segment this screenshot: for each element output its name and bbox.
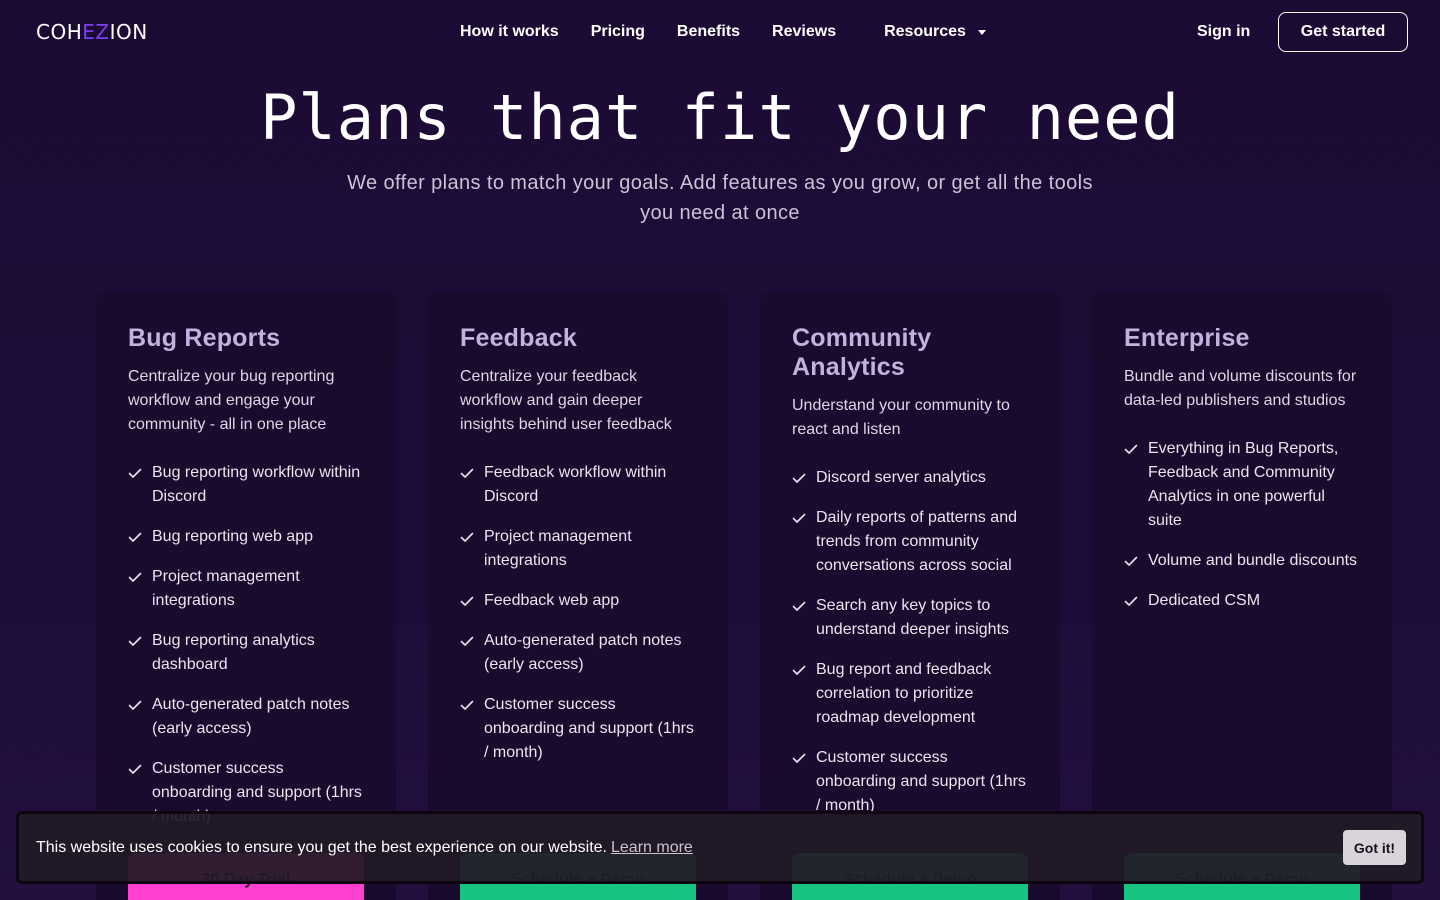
nav-link-benefits[interactable]: Benefits: [677, 20, 740, 44]
nav-link-how-it-works[interactable]: How it works: [460, 20, 559, 44]
plan-card-bug-reports: Bug Reports Centralize your bug reporting…: [96, 292, 396, 900]
page-subtitle: We offer plans to match your goals. Add …: [347, 172, 1093, 224]
cookie-accept-button[interactable]: Got it!: [1343, 830, 1406, 865]
plan-feature-text: Bug report and feedback correlation to p…: [816, 661, 992, 726]
plan-feature-item: Bug report and feedback correlation to p…: [792, 658, 1028, 730]
check-icon: [460, 525, 484, 549]
plan-feature-text: Daily reports of patterns and trends fro…: [816, 509, 1017, 574]
check-icon: [1124, 589, 1148, 613]
plan-feature-text: Dedicated CSM: [1148, 592, 1261, 609]
check-icon: [128, 693, 152, 717]
check-icon: [792, 506, 816, 530]
check-icon: [792, 466, 816, 490]
plan-feature-text: Feedback workflow within Discord: [484, 464, 667, 505]
plan-feature-item: Discord server analytics: [792, 466, 1028, 490]
cohezion-logo[interactable]: COHEZION: [36, 20, 148, 44]
plan-feature-item: Project management integrations: [460, 525, 696, 573]
plan-feature-item: Auto-generated patch notes (early access…: [128, 693, 364, 741]
plan-card-feedback: Feedback Centralize your feedback workflo…: [428, 292, 728, 900]
logo-text-start: COH: [36, 20, 83, 44]
nav-link-reviews[interactable]: Reviews: [772, 20, 836, 44]
check-icon: [460, 693, 484, 717]
plan-feature-text: Project management integrations: [152, 568, 300, 609]
nav-link-pricing[interactable]: Pricing: [591, 20, 645, 44]
plan-feature-text: Everything in Bug Reports, Feedback and …: [1148, 440, 1339, 529]
plan-feature-list: Bug reporting workflow within Discord Bug…: [128, 461, 364, 829]
plan-card-community-analytics: Community Analytics Understand your commu…: [760, 292, 1060, 900]
check-icon: [460, 461, 484, 485]
plan-feature-item: Daily reports of patterns and trends fro…: [792, 506, 1028, 578]
nav-resources-dropdown[interactable]: Resources: [884, 20, 986, 44]
plan-feature-item: Customer success onboarding and support …: [460, 693, 696, 765]
check-icon: [1124, 549, 1148, 573]
plan-description: Bundle and volume discounts for data-led…: [1124, 368, 1357, 409]
check-icon: [128, 629, 152, 653]
plan-feature-text: Discord server analytics: [816, 469, 986, 486]
check-icon: [792, 658, 816, 682]
plan-feature-text: Search any key topics to understand deep…: [816, 597, 1010, 638]
plan-feature-item: Dedicated CSM: [1124, 589, 1360, 613]
plan-feature-text: Bug reporting analytics dashboard: [152, 632, 315, 673]
plan-feature-text: Volume and bundle discounts: [1148, 552, 1358, 569]
check-icon: [128, 757, 152, 781]
check-icon: [128, 565, 152, 589]
plan-feature-item: Search any key topics to understand deep…: [792, 594, 1028, 642]
logo-text-accent: EZ: [82, 20, 110, 44]
logo-text-end: ION: [109, 20, 148, 44]
plan-feature-item: Bug reporting workflow within Discord: [128, 461, 364, 509]
plan-feature-list: Discord server analytics Daily reports of…: [792, 466, 1028, 818]
plan-title: Bug Reports: [128, 324, 281, 352]
page-title: Plans that fit your need: [260, 81, 1180, 154]
plan-feature-item: Project management integrations: [128, 565, 364, 613]
plan-feature-text: Auto-generated patch notes (early access…: [484, 632, 682, 673]
nav-resources-label: Resources: [884, 23, 966, 40]
plan-title: Feedback: [460, 324, 577, 352]
cookie-message: This website uses cookies to ensure you …: [36, 836, 693, 860]
check-icon: [460, 589, 484, 613]
plan-feature-text: Bug reporting workflow within Discord: [152, 464, 361, 505]
check-icon: [128, 525, 152, 549]
plan-title: Community Analytics: [792, 324, 932, 381]
plan-card-enterprise: Enterprise Bundle and volume discounts fo…: [1092, 292, 1392, 900]
plan-feature-text: Bug reporting web app: [152, 528, 313, 545]
plan-feature-text: Customer success onboarding and support …: [484, 696, 694, 761]
plan-description: Centralize your bug reporting workflow a…: [128, 368, 335, 433]
plan-description: Centralize your feedback workflow and ga…: [460, 368, 672, 433]
plan-feature-item: Customer success onboarding and support …: [792, 746, 1028, 818]
get-started-button[interactable]: Get started: [1278, 12, 1408, 52]
check-icon: [1124, 437, 1148, 461]
plan-feature-text: Feedback web app: [484, 592, 620, 609]
cookie-message-text: This website uses cookies to ensure you …: [36, 839, 607, 856]
plan-feature-item: Bug reporting analytics dashboard: [128, 629, 364, 677]
plan-title: Enterprise: [1124, 324, 1250, 352]
plan-feature-text: Customer success onboarding and support …: [816, 749, 1026, 814]
check-icon: [792, 594, 816, 618]
nav-links: How it works Pricing Benefits Reviews Re…: [460, 20, 986, 44]
plan-feature-text: Auto-generated patch notes (early access…: [152, 696, 350, 737]
check-icon: [128, 461, 152, 485]
plan-feature-item: Volume and bundle discounts: [1124, 549, 1360, 573]
check-icon: [792, 746, 816, 770]
plan-feature-item: Everything in Bug Reports, Feedback and …: [1124, 437, 1360, 533]
cookie-banner: This website uses cookies to ensure you …: [16, 811, 1424, 884]
learn-more-link[interactable]: Learn more: [611, 839, 693, 856]
plan-feature-list: Everything in Bug Reports, Feedback and …: [1124, 437, 1360, 613]
plan-feature-list: Feedback workflow within Discord Project …: [460, 461, 696, 765]
plan-feature-text: Project management integrations: [484, 528, 632, 569]
caret-down-icon: [977, 29, 986, 35]
plan-feature-item: Feedback web app: [460, 589, 696, 613]
top-navigation: COHEZION How it works Pricing Benefits R…: [0, 0, 1440, 64]
sign-in-link[interactable]: Sign in: [1197, 20, 1250, 44]
plan-feature-item: Bug reporting web app: [128, 525, 364, 549]
check-icon: [460, 629, 484, 653]
plan-description: Understand your community to react and l…: [792, 397, 1010, 438]
plan-feature-item: Feedback workflow within Discord: [460, 461, 696, 509]
plan-feature-item: Auto-generated patch notes (early access…: [460, 629, 696, 677]
